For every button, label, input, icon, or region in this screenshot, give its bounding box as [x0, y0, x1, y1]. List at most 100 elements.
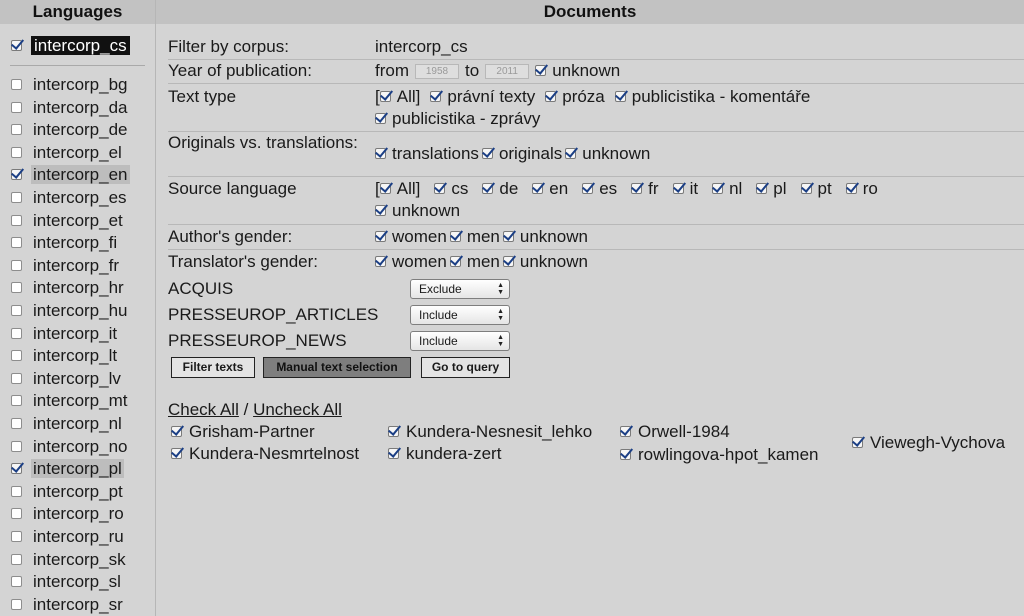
checkbox[interactable] — [11, 554, 22, 566]
checkbox[interactable] — [11, 486, 22, 498]
checkbox[interactable] — [11, 260, 22, 272]
language-item[interactable]: intercorp_en — [11, 164, 130, 186]
source-language-all-checkbox[interactable] — [379, 183, 391, 195]
language-item[interactable]: intercorp_pt — [11, 481, 125, 503]
translator-gender-checkbox[interactable] — [449, 256, 461, 268]
document-checkbox[interactable] — [852, 437, 863, 449]
year-from-input[interactable]: 1958 — [415, 64, 459, 80]
presseurop-articles-select[interactable]: Include ▲ ▼ — [410, 305, 510, 325]
translator-gender-checkbox[interactable] — [502, 256, 514, 268]
language-item[interactable]: intercorp_fr — [11, 255, 121, 277]
checkbox[interactable] — [11, 395, 22, 407]
author-gender-checkbox[interactable] — [375, 231, 386, 243]
checkbox[interactable] — [11, 418, 22, 430]
language-item[interactable]: intercorp_sk — [11, 549, 128, 571]
checkbox[interactable] — [11, 441, 22, 453]
checkbox[interactable] — [11, 576, 22, 588]
document-checkbox[interactable] — [171, 426, 182, 438]
author-gender-checkbox[interactable] — [449, 231, 461, 243]
language-item[interactable]: intercorp_da — [11, 97, 130, 119]
originals-checkbox[interactable] — [565, 148, 577, 160]
presseurop-news-select[interactable]: Include ▲ ▼ — [410, 331, 510, 351]
translator-gender-checkbox[interactable] — [375, 256, 386, 268]
year-unknown-checkbox[interactable] — [535, 65, 547, 77]
checkbox[interactable] — [11, 102, 22, 114]
checkbox[interactable] — [11, 192, 22, 204]
checkbox[interactable] — [11, 215, 22, 227]
checkbox[interactable] — [11, 79, 22, 91]
language-item[interactable]: intercorp_nl — [11, 413, 124, 435]
language-item[interactable]: intercorp_hr — [11, 277, 126, 299]
checkbox[interactable] — [11, 599, 22, 611]
checkbox[interactable] — [11, 531, 22, 543]
language-item[interactable]: intercorp_mt — [11, 390, 129, 412]
checkbox-checked[interactable] — [11, 169, 22, 181]
document-item[interactable]: Kundera-Nesnesit_lehko — [388, 421, 592, 443]
text-type-checkbox[interactable] — [375, 113, 386, 125]
checkbox[interactable] — [11, 237, 22, 249]
acquis-select[interactable]: Exclude ▲ ▼ — [410, 279, 510, 299]
uncheck-all-link[interactable]: Uncheck All — [253, 400, 342, 419]
language-item[interactable]: intercorp_sr — [11, 594, 125, 616]
source-language-checkbox[interactable] — [800, 183, 812, 195]
source-language-checkbox[interactable] — [434, 183, 446, 195]
language-item[interactable]: intercorp_no — [11, 436, 130, 458]
manual-text-selection-button[interactable]: Manual text selection — [263, 357, 411, 378]
language-item[interactable]: intercorp_it — [11, 323, 119, 345]
checkbox[interactable] — [11, 508, 22, 520]
language-item[interactable]: intercorp_de — [11, 119, 130, 141]
text-type-all-checkbox[interactable] — [379, 91, 391, 103]
language-item[interactable]: intercorp_fi — [11, 232, 119, 254]
source-language-checkbox[interactable] — [375, 205, 386, 217]
language-item[interactable]: intercorp_lv — [11, 368, 123, 390]
author-gender-checkbox[interactable] — [502, 231, 514, 243]
originals-checkbox[interactable] — [375, 148, 386, 160]
document-checkbox[interactable] — [388, 448, 399, 460]
originals-checkbox[interactable] — [481, 148, 493, 160]
document-item[interactable]: rowlingova-hpot_kamen — [620, 444, 819, 466]
language-item[interactable]: intercorp_ru — [11, 526, 126, 548]
checkbox-checked[interactable] — [11, 463, 22, 475]
document-checkbox[interactable] — [388, 426, 399, 438]
language-item[interactable]: intercorp_hu — [11, 300, 130, 322]
language-item[interactable]: intercorp_lt — [11, 345, 119, 367]
source-language-checkbox[interactable] — [482, 183, 494, 195]
language-item[interactable]: intercorp_el — [11, 142, 124, 164]
check-all-link[interactable]: Check All — [168, 400, 239, 419]
filter-texts-button[interactable]: Filter texts — [171, 357, 255, 378]
document-item[interactable]: Grisham-Partner — [171, 421, 315, 443]
document-checkbox[interactable] — [171, 448, 182, 460]
source-language-checkbox[interactable] — [672, 183, 684, 195]
source-language-checkbox[interactable] — [756, 183, 768, 195]
document-item[interactable]: kundera-zert — [388, 443, 501, 465]
text-type-checkbox[interactable] — [430, 91, 442, 103]
language-item[interactable]: intercorp_pl — [11, 458, 124, 480]
document-item[interactable]: Kundera-Nesmrtelnost — [171, 443, 359, 465]
document-item[interactable]: Orwell-1984 — [620, 421, 730, 443]
text-type-checkbox[interactable] — [545, 91, 557, 103]
source-language-checkbox[interactable] — [845, 183, 857, 195]
go-to-query-button[interactable]: Go to query — [421, 357, 510, 378]
document-checkbox[interactable] — [620, 426, 631, 438]
source-language-checkbox[interactable] — [532, 183, 544, 195]
checkbox[interactable] — [11, 282, 22, 294]
source-language-checkbox[interactable] — [582, 183, 594, 195]
language-item[interactable]: intercorp_ro — [11, 503, 126, 525]
language-item[interactable]: intercorp_et — [11, 210, 125, 232]
checkbox[interactable] — [11, 305, 22, 317]
document-checkbox[interactable] — [620, 449, 631, 461]
language-item[interactable]: intercorp_bg — [11, 74, 130, 96]
checkbox[interactable] — [11, 124, 22, 136]
year-to-input[interactable]: 2011 — [485, 64, 530, 80]
checkbox[interactable] — [11, 147, 22, 159]
checkbox-checked[interactable] — [11, 40, 22, 52]
text-type-checkbox[interactable] — [614, 91, 626, 103]
language-item[interactable]: intercorp_es — [11, 187, 129, 209]
document-item[interactable]: Viewegh-Vychova — [852, 432, 1005, 454]
language-item-primary[interactable]: intercorp_cs — [11, 35, 130, 57]
checkbox[interactable] — [11, 350, 22, 362]
source-language-checkbox[interactable] — [631, 183, 643, 195]
checkbox[interactable] — [11, 373, 22, 385]
checkbox[interactable] — [11, 328, 22, 340]
language-item[interactable]: intercorp_sl — [11, 571, 123, 593]
